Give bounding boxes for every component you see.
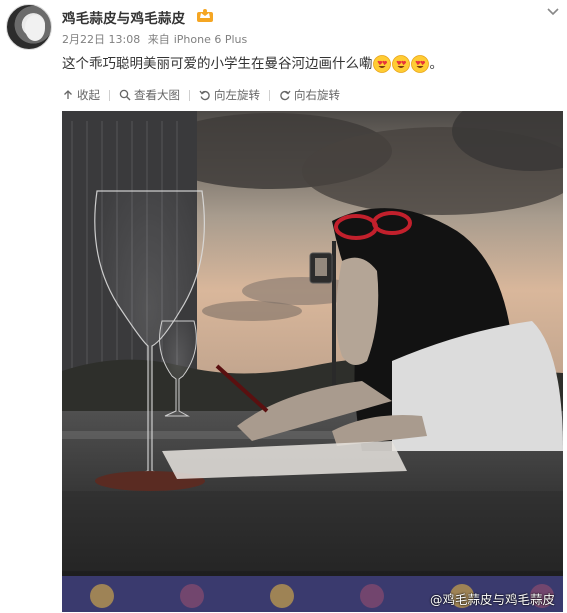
vip-crown-icon[interactable] (196, 8, 214, 23)
avatar-face (25, 15, 45, 41)
post-meta: 2月22日 13:08 来自 iPhone 6 Plus (62, 31, 251, 47)
collapse-arrow-icon (64, 90, 72, 99)
divider (189, 89, 190, 101)
view-large-image-button[interactable]: 查看大图 (119, 87, 180, 103)
post-content: 这个乖巧聪明美丽可爱的小学生在曼谷河边画什么嘞 。 (62, 52, 443, 73)
collapse-label: 收起 (77, 88, 100, 102)
view-large-image-label: 查看大图 (134, 88, 180, 102)
chevron-down-icon[interactable] (545, 4, 561, 20)
rotate-left-button[interactable]: 向左旋转 (199, 87, 260, 103)
magnifier-icon (119, 89, 131, 101)
rotate-right-button[interactable]: 向右旋转 (279, 87, 340, 103)
post-photo[interactable]: @鸡毛蒜皮与鸡毛蒜皮 (62, 111, 563, 612)
avatar[interactable] (6, 4, 52, 50)
weibo-post: 鸡毛蒜皮与鸡毛蒜皮 2月22日 13:08 来自 iPhone 6 Plus 这个… (0, 0, 567, 613)
source-prefix: 来自 (147, 33, 170, 46)
rotate-right-label: 向右旋转 (294, 88, 340, 102)
heart-eyes-emoji (372, 55, 391, 73)
image-watermark: @鸡毛蒜皮与鸡毛蒜皮 (429, 592, 555, 607)
image-action-bar: 收起 查看大图 向左旋转 向右旋转 (62, 86, 340, 104)
rotate-left-icon (199, 90, 210, 101)
photo-scene (62, 111, 563, 612)
post-text: 这个乖巧聪明美丽可爱的小学生在曼谷河边画什么嘞 (62, 56, 373, 72)
post-date[interactable]: 2月22日 13:08 (62, 33, 140, 46)
device-source[interactable]: iPhone 6 Plus (174, 33, 248, 46)
post-text-end: 。 (429, 56, 444, 72)
heart-eyes-emoji (391, 55, 410, 73)
rotate-left-label: 向左旋转 (214, 88, 260, 102)
divider (269, 89, 270, 101)
rotate-right-icon (280, 90, 291, 101)
heart-eyes-emoji (410, 55, 429, 73)
username[interactable]: 鸡毛蒜皮与鸡毛蒜皮 (62, 7, 185, 27)
emoji-row (372, 55, 430, 73)
divider (109, 89, 110, 101)
collapse-button[interactable]: 收起 (62, 87, 100, 103)
